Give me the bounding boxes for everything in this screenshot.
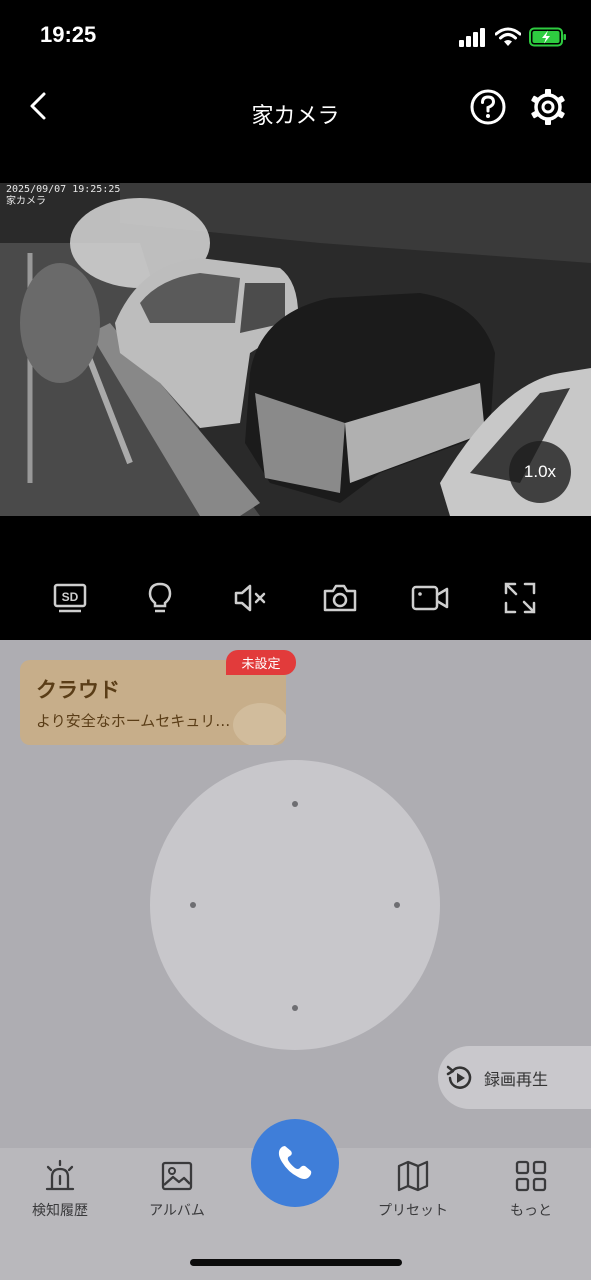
signal-icon xyxy=(459,28,485,47)
cloud-title: クラウド xyxy=(36,678,120,702)
sd-icon: SD xyxy=(53,583,87,613)
mute-icon xyxy=(234,584,266,612)
alarm-icon xyxy=(45,1159,75,1191)
nav-album[interactable]: アルバム xyxy=(127,1158,227,1220)
sd-button[interactable]: SD xyxy=(50,578,90,618)
ptz-up-marker[interactable] xyxy=(292,801,298,807)
osd-overlay: 2025/09/07 19:25:25 家カメラ xyxy=(6,184,120,208)
nav-more[interactable]: もっと xyxy=(481,1158,581,1220)
gear-icon[interactable] xyxy=(528,87,568,127)
osd-timestamp: 2025/09/07 19:25:25 xyxy=(6,184,121,195)
snapshot-button[interactable] xyxy=(320,578,360,618)
nav-presets[interactable]: プリセット xyxy=(363,1158,463,1220)
album-icon xyxy=(161,1161,193,1191)
nav-label: 検知履歴 xyxy=(32,1203,88,1219)
status-icons xyxy=(459,24,567,50)
replay-icon xyxy=(446,1065,472,1089)
lightbulb-icon xyxy=(148,582,172,613)
call-button[interactable] xyxy=(251,1119,339,1207)
nav-label: もっと xyxy=(510,1203,552,1219)
help-icon[interactable] xyxy=(468,87,508,127)
playback-button[interactable]: 録画再生 xyxy=(438,1046,591,1109)
ptz-right-marker[interactable] xyxy=(394,902,400,908)
phone-icon xyxy=(278,1146,312,1179)
fullscreen-icon xyxy=(504,582,536,614)
mute-button[interactable] xyxy=(230,578,270,618)
status-time: 19:25 xyxy=(40,22,97,47)
osd-camera-name: 家カメラ xyxy=(6,196,46,207)
nav-label: プリセット xyxy=(378,1203,448,1219)
ptz-left-marker[interactable] xyxy=(190,902,196,908)
sd-label: SD xyxy=(62,590,79,604)
cloud-description: より安全なホームセキュリ… xyxy=(36,712,231,730)
ptz-down-marker[interactable] xyxy=(292,1005,298,1011)
wifi-icon xyxy=(495,27,521,46)
fullscreen-button[interactable] xyxy=(500,578,540,618)
status-badge: 未設定 xyxy=(226,650,296,675)
camera-icon xyxy=(323,584,357,612)
record-button[interactable] xyxy=(410,578,450,618)
light-button[interactable] xyxy=(140,578,180,618)
camera-feed[interactable]: 2025/09/07 19:25:25 家カメラ xyxy=(0,183,591,516)
home-indicator[interactable] xyxy=(190,1259,402,1266)
playback-label: 録画再生 xyxy=(484,1069,549,1089)
zoom-button[interactable]: 1.0x xyxy=(509,441,571,503)
nav-label: アルバム xyxy=(149,1203,205,1219)
map-icon xyxy=(397,1160,429,1192)
battery-icon xyxy=(529,27,566,47)
camera-scene xyxy=(0,183,591,516)
nav-detection-history[interactable]: 検知履歴 xyxy=(10,1158,110,1220)
grid-icon xyxy=(515,1160,547,1192)
video-record-icon xyxy=(411,585,449,611)
